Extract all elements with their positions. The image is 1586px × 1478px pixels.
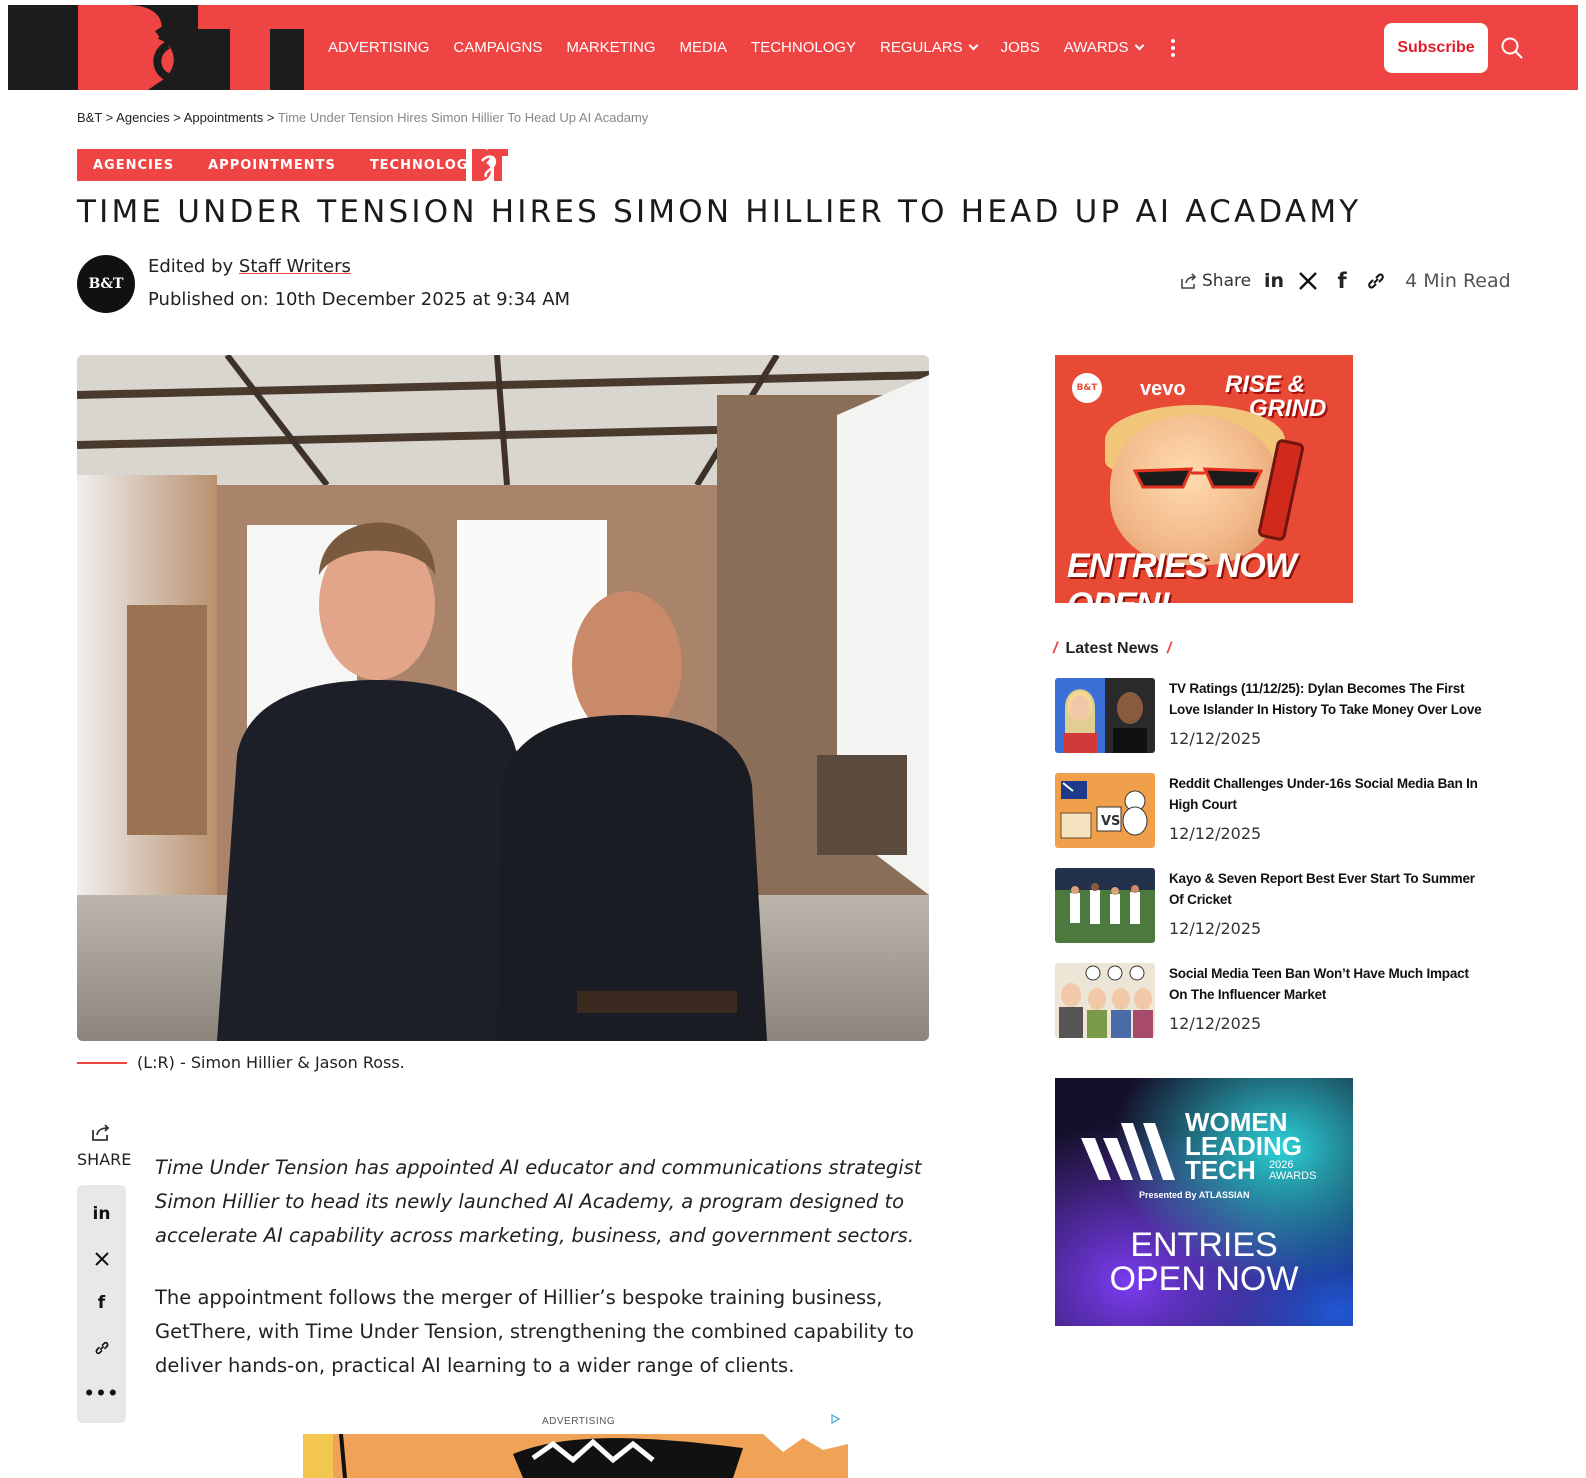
breadcrumb: B&T > Agencies > Appointments > Time Und… [77,110,649,125]
more-icon[interactable]: ••• [84,1384,120,1404]
article-title: TIME UNDER TENSION HIRES SIMON HILLIER T… [77,194,1362,230]
news-thumbnail [1055,678,1155,753]
news-item[interactable]: TV Ratings (11/12/25): Dylan Becomes The… [1055,678,1485,758]
chevron-down-icon [968,40,979,51]
facebook-icon[interactable]: f [1331,269,1353,293]
hero-photo-illustration [77,355,929,1041]
bt-mini-logo [466,149,508,181]
nav-marketing[interactable]: MARKETING [566,39,655,56]
share-icon [92,1124,110,1141]
link-icon[interactable] [93,1339,111,1357]
linkedin-icon[interactable]: in [93,1204,111,1224]
ad-w-logo [1081,1123,1175,1180]
nav-campaigns[interactable]: CAMPAIGNS [453,39,542,56]
x-icon[interactable] [94,1251,110,1267]
ad-character-glasses [1133,467,1263,489]
hero-image [77,355,929,1041]
linkedin-icon[interactable]: in [1263,270,1285,292]
share-rail: in f ••• [77,1185,126,1423]
facebook-icon[interactable]: f [98,1293,105,1313]
nav-advertising[interactable]: ADVERTISING [328,39,429,56]
tag-technology[interactable]: TECHNOLOGY [370,158,479,173]
breadcrumb-appointments[interactable]: Appointments [184,110,264,125]
news-headline[interactable]: TV Ratings (11/12/25): Dylan Becomes The… [1169,678,1489,720]
publish-date: Published on: 10th December 2025 at 9:34… [148,289,571,310]
ad-entries-open: ENTRIES NOW OPEN! [1067,547,1297,603]
nav-jobs[interactable]: JOBS [1001,39,1040,56]
nav-regulars[interactable]: REGULARS [880,39,979,56]
news-item[interactable]: Social Media Teen Ban Won’t Have Much Im… [1055,963,1485,1043]
adchoices-icon[interactable] [830,1414,840,1424]
logo-mark [8,5,304,90]
read-time: 4 Min Read [1405,270,1511,292]
sidebar-ad-rise-grind[interactable]: B&T vevo RISE &GRIND ENTRIES NOW OPEN! [1055,355,1353,603]
news-thumbnail [1055,963,1155,1038]
news-headline[interactable]: Kayo & Seven Report Best Ever Start To S… [1169,868,1489,910]
category-tags: AGENCIES APPOINTMENTS TECHNOLOGY [77,149,478,181]
byline: Edited by Staff Writers [148,256,351,277]
author-avatar[interactable]: B&T [77,255,135,313]
breadcrumb-agencies[interactable]: Agencies [116,110,169,125]
author-link[interactable]: Staff Writers [239,256,351,277]
caption-rule [77,1062,127,1064]
news-headline[interactable]: Reddit Challenges Under-16s Social Media… [1169,773,1489,815]
article-lead: Time Under Tension has appointed AI educ… [155,1156,922,1247]
ad-bt-logo: B&T [1072,373,1102,403]
more-menu-icon[interactable] [1170,38,1175,57]
ad-artwork [303,1434,848,1478]
ad-entries-open-now: ENTRIES OPEN NOW [1109,1226,1299,1298]
news-date: 12/12/2025 [1169,729,1262,748]
news-date: 12/12/2025 [1169,1014,1262,1033]
latest-news-heading: / Latest News / [1053,640,1172,657]
share-label: Share [1180,271,1251,291]
news-thumbnail: VS [1055,773,1155,848]
share-bar: Share in f 4 Min Read [1180,269,1511,293]
nav-awards[interactable]: AWARDS [1064,39,1144,56]
chevron-down-icon [1134,40,1144,51]
ad-vevo-logo: vevo [1140,378,1186,400]
news-item[interactable]: VS Reddit Challenges Under-16s Social Me… [1055,773,1485,853]
tag-appointments[interactable]: APPOINTMENTS [208,158,336,173]
search-icon[interactable] [1501,37,1523,59]
ad-wlt-year: 2026 AWARDS [1269,1159,1317,1182]
nav-technology[interactable]: TECHNOLOGY [751,39,856,56]
svg-text:VS: VS [1101,814,1120,829]
news-headline[interactable]: Social Media Teen Ban Won’t Have Much Im… [1169,963,1489,1005]
news-date: 12/12/2025 [1169,824,1262,843]
ad-presented-by: Presented By ATLASSIAN [1139,1190,1250,1200]
news-thumbnail [1055,868,1155,943]
main-nav: ADVERTISING CAMPAIGNS MARKETING MEDIA TE… [328,5,1175,90]
site-logo[interactable] [8,5,304,90]
share-icon [1181,273,1197,289]
top-navigation-bar: ADVERTISING CAMPAIGNS MARKETING MEDIA TE… [8,5,1578,90]
share-rail-label: SHARE [77,1150,132,1169]
news-date: 12/12/2025 [1169,919,1262,938]
breadcrumb-home[interactable]: B&T [77,110,102,125]
subscribe-button[interactable]: Subscribe [1384,23,1488,73]
article-paragraph: The appointment follows the merger of Hi… [155,1286,914,1377]
x-icon[interactable] [1297,270,1319,292]
ad-label: ADVERTISING [542,1416,616,1427]
news-item[interactable]: Kayo & Seven Report Best Ever Start To S… [1055,868,1485,948]
nav-media[interactable]: MEDIA [680,39,728,56]
inline-ad-banner[interactable] [303,1434,848,1478]
breadcrumb-current: Time Under Tension Hires Simon Hillier T… [277,110,649,125]
tag-agencies[interactable]: AGENCIES [93,158,174,173]
sidebar-ad-women-leading-tech[interactable]: WOMEN LEADING TECH 2026 AWARDS Presented By… [1055,1078,1353,1326]
link-icon[interactable] [1365,270,1387,292]
image-caption: (L:R) - Simon Hillier & Jason Ross. [137,1053,405,1072]
